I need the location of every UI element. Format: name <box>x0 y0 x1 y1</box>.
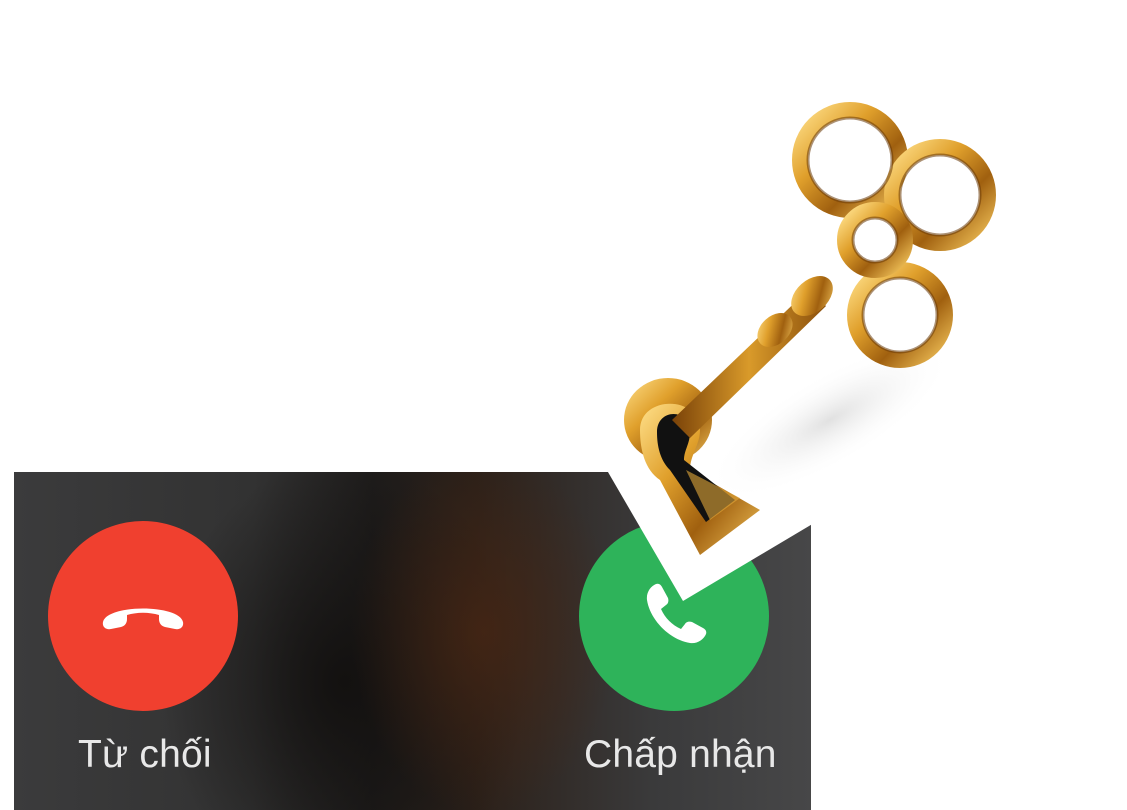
decline-call-button[interactable] <box>48 521 238 711</box>
incoming-call-panel: Từ chối Chấp nhận <box>14 472 811 810</box>
accept-call-button[interactable] <box>579 521 769 711</box>
key-shaft <box>672 276 833 438</box>
screen: Từ chối Chấp nhận <box>0 0 1127 810</box>
decline-label: Từ chối <box>78 733 212 776</box>
phone-icon <box>646 583 707 644</box>
key-bow <box>792 102 996 368</box>
phone-hang-up-icon <box>102 608 184 630</box>
accept-label: Chấp nhận <box>584 733 777 776</box>
